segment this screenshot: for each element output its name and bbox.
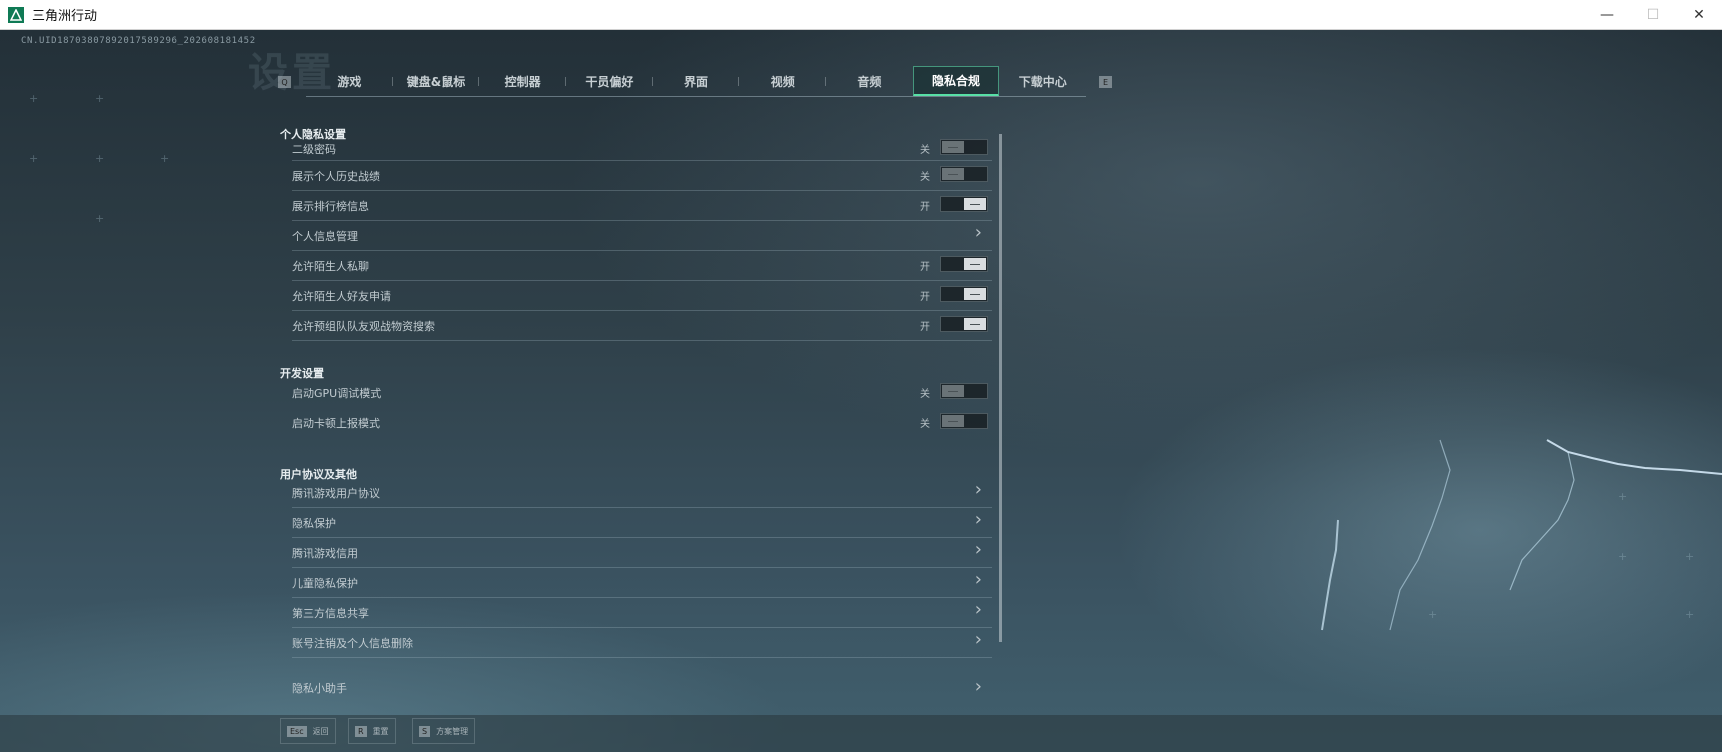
setting-label: 个人信息管理	[292, 230, 358, 243]
setting-label: 允许预组队队友观战物资搜索	[292, 320, 435, 333]
setting-label: 腾讯游戏信用	[292, 547, 358, 560]
r-key-icon: R	[355, 725, 367, 737]
tab-interface[interactable]: 界面	[653, 66, 740, 96]
prev-tab-key-icon[interactable]: Q	[278, 76, 291, 88]
crosshair-mark: +	[29, 152, 39, 165]
back-label: 返回	[312, 726, 329, 736]
settings-tabbar: 游戏 键盘&鼠标 控制器 干员偏好 界面 视频 音频 隐私合规 下载中心	[306, 66, 1086, 97]
crosshair-mark: +	[95, 212, 105, 225]
chevron-right-icon: ›	[974, 479, 982, 500]
setting-row-stranger-friend[interactable]: 允许陌生人好友申请 开	[292, 281, 992, 311]
gpu-debug-toggle[interactable]	[940, 383, 988, 399]
show-history-toggle[interactable]	[940, 166, 988, 182]
setting-label: 第三方信息共享	[292, 607, 369, 620]
minimize-button[interactable]: —	[1584, 0, 1630, 30]
toggle-state-text: 开	[920, 202, 930, 213]
setting-label: 启动GPU调试模式	[292, 387, 382, 400]
esc-key-icon: Esc	[287, 725, 307, 737]
setting-label: 二级密码	[292, 143, 336, 156]
show-leaderboard-toggle[interactable]	[940, 196, 988, 212]
chevron-right-icon: ›	[974, 539, 982, 560]
restore-button[interactable]: ☐	[1630, 0, 1676, 30]
setting-label: 允许陌生人好友申请	[292, 290, 391, 303]
chevron-right-icon: ›	[974, 676, 982, 697]
chevron-right-icon: ›	[974, 569, 982, 590]
window-title: 三角洲行动	[32, 9, 98, 24]
chevron-right-icon: ›	[974, 509, 982, 530]
setting-row-personal-info[interactable]: 个人信息管理 ›	[292, 221, 992, 251]
setting-row-stutter-report[interactable]: 启动卡顿上报模式 关	[292, 408, 992, 438]
crosshair-mark: +	[95, 92, 105, 105]
setting-row-tencent-agreement[interactable]: 腾讯游戏用户协议 ›	[292, 478, 992, 508]
setting-row-account-deletion[interactable]: 账号注销及个人信息删除 ›	[292, 628, 992, 658]
scheme-management-label: 方案管理	[436, 726, 469, 736]
setting-row-third-party-sharing[interactable]: 第三方信息共享 ›	[292, 598, 992, 628]
setting-label: 腾讯游戏用户协议	[292, 487, 380, 500]
setting-row-show-history[interactable]: 展示个人历史战绩 关	[292, 161, 992, 191]
reset-label: 重置	[372, 726, 389, 736]
toggle-state-text: 关	[920, 389, 930, 400]
next-tab-key-icon[interactable]: E	[1099, 76, 1112, 88]
stranger-friend-toggle[interactable]	[940, 286, 988, 302]
toggle-state-text: 开	[920, 292, 930, 303]
setting-label: 儿童隐私保护	[292, 577, 358, 590]
setting-label: 允许陌生人私聊	[292, 260, 369, 273]
setting-row-gpu-debug[interactable]: 启动GPU调试模式 关	[292, 378, 992, 408]
tab-privacy-compliance[interactable]: 隐私合规	[912, 66, 1000, 96]
setting-label: 展示个人历史战绩	[292, 170, 380, 183]
setting-label: 隐私保护	[292, 517, 336, 530]
tab-game[interactable]: 游戏	[306, 66, 393, 96]
s-key-icon: S	[419, 725, 431, 737]
tab-keyboard-mouse[interactable]: 键盘&鼠标	[393, 66, 480, 96]
setting-row-tencent-credit[interactable]: 腾讯游戏信用 ›	[292, 538, 992, 568]
spectate-loot-toggle[interactable]	[940, 316, 988, 332]
stranger-chat-toggle[interactable]	[940, 256, 988, 272]
chevron-right-icon: ›	[974, 599, 982, 620]
toggle-state-text: 关	[920, 145, 930, 156]
close-button[interactable]: ✕	[1676, 0, 1722, 30]
delta-logo-icon	[8, 6, 24, 23]
toggle-state-text: 开	[920, 322, 930, 333]
setting-row-children-privacy[interactable]: 儿童隐私保护 ›	[292, 568, 992, 598]
scheme-management-button[interactable]: S 方案管理	[412, 718, 476, 744]
setting-row-secondary-password[interactable]: 二级密码 关	[292, 137, 992, 161]
toggle-state-text: 开	[920, 262, 930, 273]
crosshair-mark: +	[29, 92, 39, 105]
settings-scrollbar[interactable]	[999, 134, 1002, 642]
setting-row-show-leaderboard[interactable]: 展示排行榜信息 开	[292, 191, 992, 221]
setting-row-privacy-assistant[interactable]: 隐私小助手 ›	[292, 658, 992, 696]
crosshair-mark: +	[95, 152, 105, 165]
tab-video[interactable]: 视频	[739, 66, 827, 96]
reset-button[interactable]: R 重置	[348, 718, 396, 744]
setting-row-privacy-protection[interactable]: 隐私保护 ›	[292, 508, 992, 538]
setting-label: 启动卡顿上报模式	[292, 417, 380, 430]
crosshair-mark: +	[160, 152, 170, 165]
tab-operator-preferences[interactable]: 干员偏好	[566, 66, 653, 96]
toggle-state-text: 关	[920, 172, 930, 183]
tab-controller[interactable]: 控制器	[479, 66, 567, 96]
game-viewport: CN.UID18703807892017589296_202608181452 …	[0, 30, 1722, 752]
setting-label: 账号注销及个人信息删除	[292, 637, 413, 650]
tab-audio[interactable]: 音频	[826, 66, 913, 96]
chevron-right-icon: ›	[974, 629, 982, 650]
settings-panel: 个人隐私设置 二级密码 关 展示个人历史战绩 关 展示排行榜信息 开 个人信息管…	[278, 122, 994, 712]
stutter-report-toggle[interactable]	[940, 413, 988, 429]
setting-row-stranger-chat[interactable]: 允许陌生人私聊 开	[292, 251, 992, 281]
setting-label: 展示排行榜信息	[292, 200, 369, 213]
tab-download-center[interactable]: 下载中心	[999, 66, 1086, 96]
lightning-decoration	[1321, 439, 1722, 631]
setting-label: 隐私小助手	[292, 682, 347, 695]
toggle-state-text: 关	[920, 419, 930, 430]
window-titlebar: 三角洲行动 — ☐ ✕	[0, 0, 1722, 30]
setting-row-spectate-loot[interactable]: 允许预组队队友观战物资搜索 开	[292, 311, 992, 341]
secondary-password-toggle[interactable]	[940, 139, 988, 155]
back-button[interactable]: Esc 返回	[280, 718, 336, 744]
chevron-right-icon: ›	[974, 222, 982, 243]
bottom-hint-bar: Esc 返回 R 重置 S 方案管理	[0, 715, 1722, 752]
uid-label: CN.UID18703807892017589296_202608181452	[21, 36, 256, 46]
